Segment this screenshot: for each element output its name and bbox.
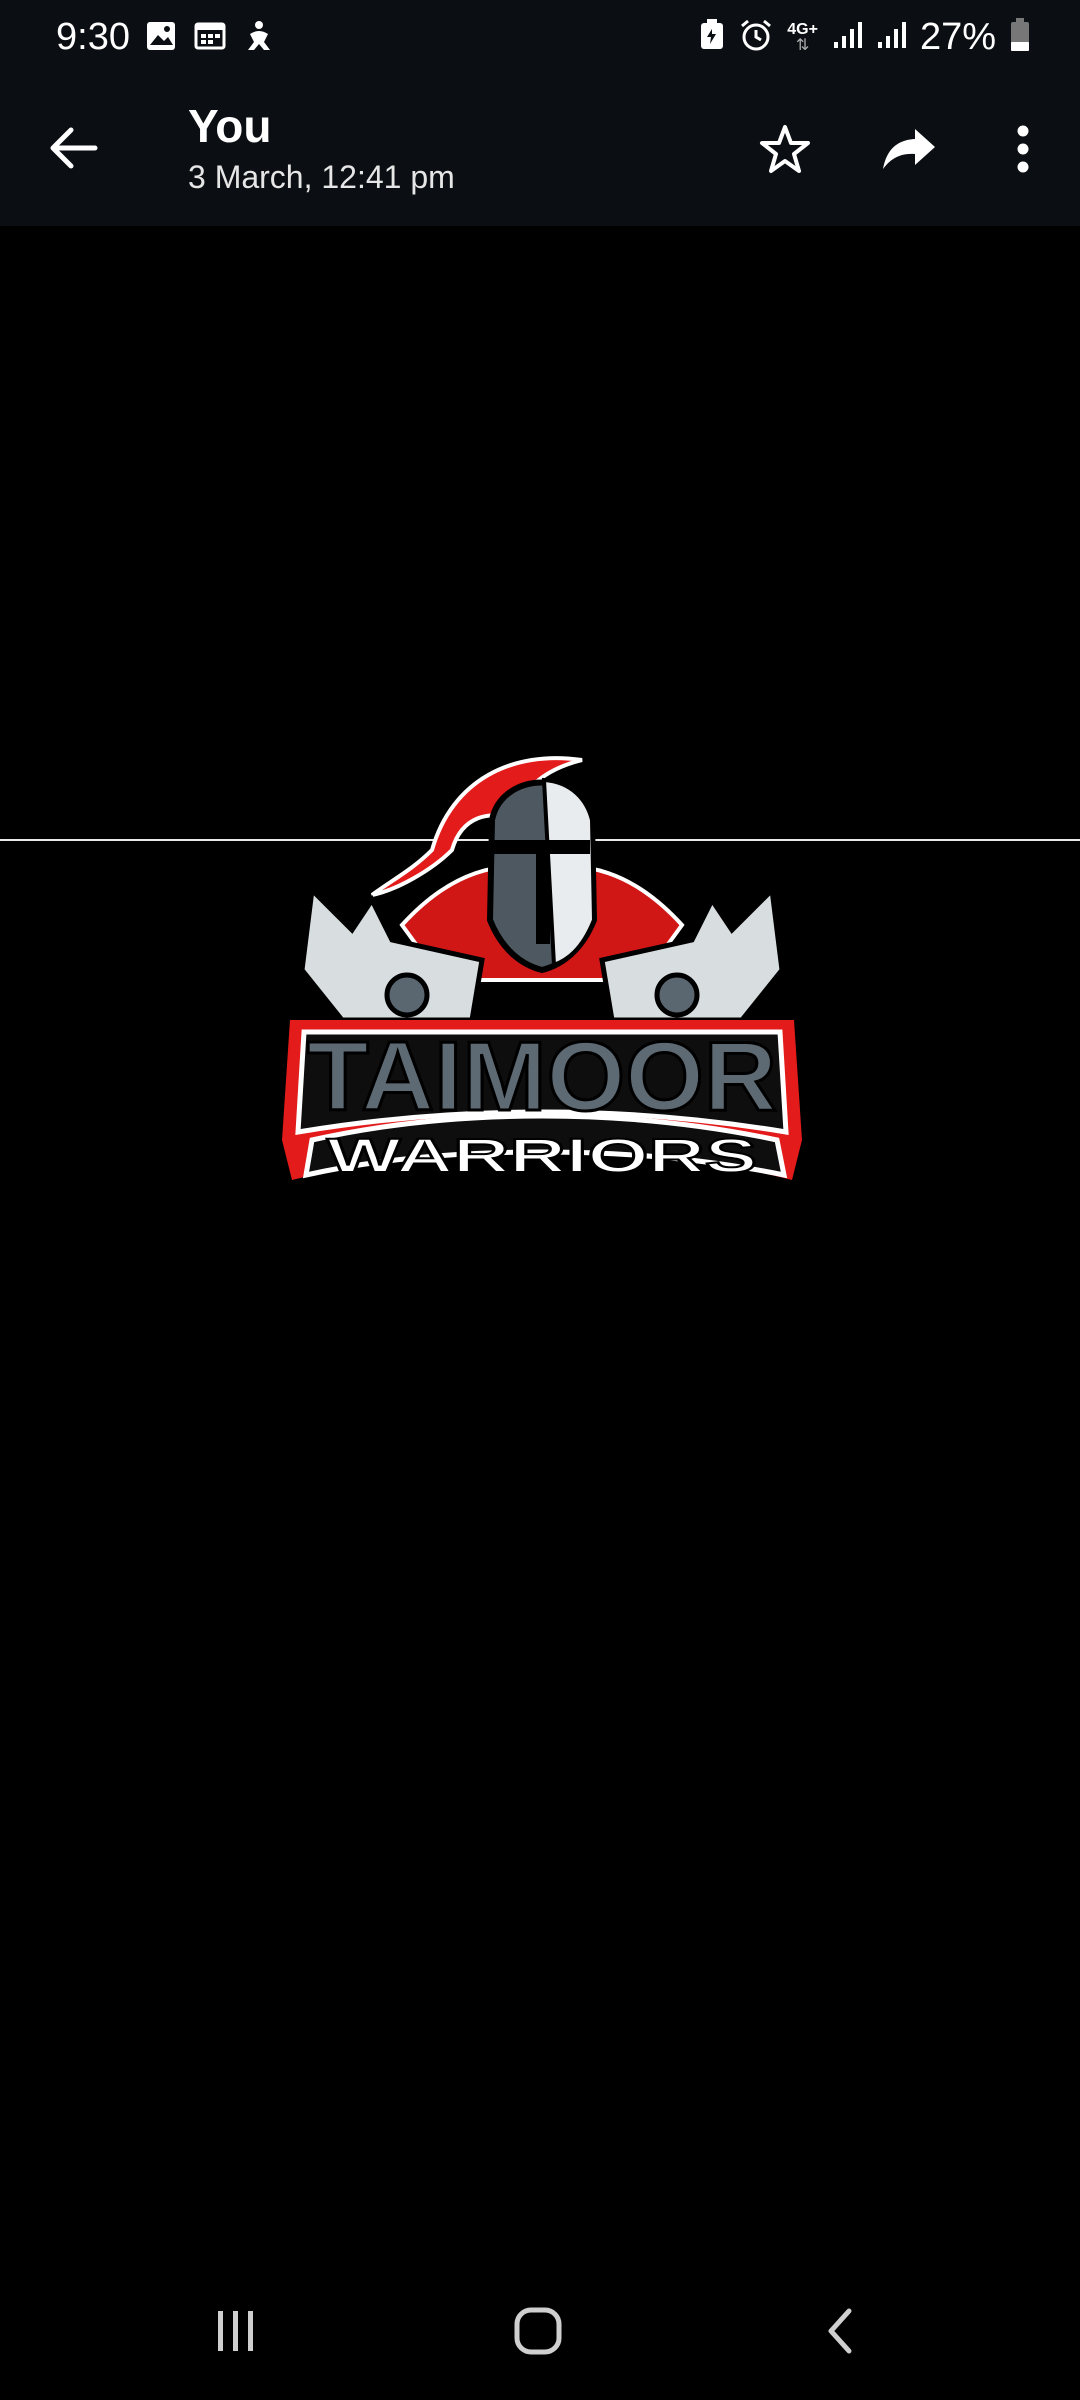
back-button[interactable] — [44, 118, 104, 178]
gallery-icon — [146, 21, 176, 56]
logo-line2: WARRIORS — [327, 1130, 757, 1183]
alarm-icon — [739, 18, 773, 57]
logo-line1: TAIMOOR — [307, 1021, 777, 1131]
message-timestamp: 3 March, 12:41 pm — [188, 158, 455, 195]
accessibility-icon — [244, 20, 274, 57]
system-nav-bar — [0, 2256, 1080, 2400]
battery-percent: 27% — [919, 16, 996, 58]
more-vert-icon — [1017, 125, 1029, 173]
more-options-button[interactable] — [990, 116, 1056, 182]
nav-back-button[interactable] — [800, 2296, 880, 2366]
share-icon — [883, 129, 935, 169]
recent-apps-button[interactable] — [196, 2296, 276, 2366]
team-logo: TAIMOOR WARRIORS — [282, 720, 802, 1420]
sender-name: You — [188, 100, 272, 152]
back-icon — [828, 2308, 852, 2354]
calendar-icon — [194, 21, 226, 56]
back-arrow-icon — [50, 127, 98, 169]
star-button[interactable] — [752, 116, 818, 182]
data-arrows-icon: ⇅ — [795, 36, 810, 54]
battery-icon — [1010, 18, 1030, 57]
status-bar: 9:30 4G+ ⇅ 27% — [0, 0, 1080, 80]
network-type: 4G+ — [787, 20, 818, 38]
app-bar: You 3 March, 12:41 pm — [0, 80, 1080, 226]
signal-icon — [832, 20, 862, 55]
status-time: 9:30 — [56, 16, 130, 58]
signal-icon — [876, 20, 906, 55]
home-button[interactable] — [498, 2296, 578, 2366]
home-icon — [514, 2307, 562, 2355]
message-header: You 3 March, 12:41 pm — [188, 100, 455, 196]
recent-apps-icon — [218, 2311, 253, 2351]
star-icon — [760, 125, 810, 173]
saver-icon — [699, 19, 725, 56]
share-button[interactable] — [876, 116, 942, 182]
